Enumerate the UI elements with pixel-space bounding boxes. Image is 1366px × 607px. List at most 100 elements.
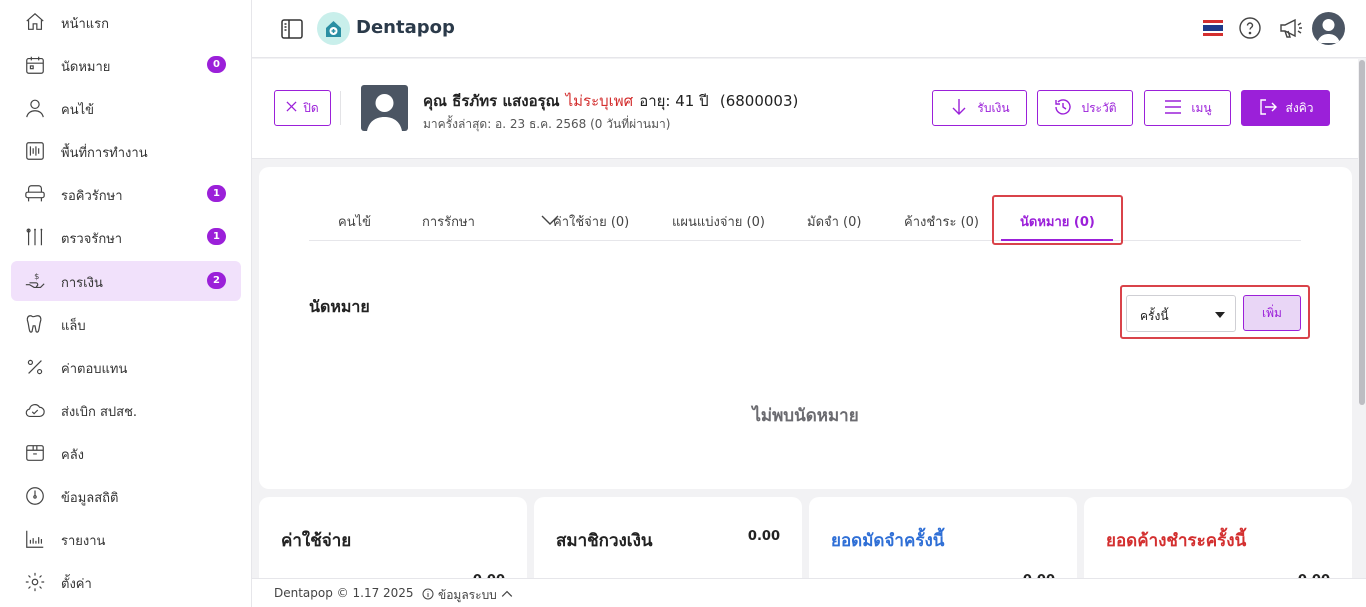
empty-state-message: ไม่พบนัดหมาย bbox=[752, 406, 859, 426]
scrollbar-thumb[interactable] bbox=[1359, 60, 1365, 405]
tab-treatment[interactable]: การรักษา bbox=[422, 211, 475, 232]
tab-deposit[interactable]: มัดจำ (0) bbox=[807, 211, 861, 232]
receive-payment-button[interactable]: รับเงิน bbox=[932, 90, 1027, 126]
card-title: ยอดมัดจำครั้งนี้ bbox=[831, 531, 945, 551]
arrow-down-icon bbox=[949, 97, 969, 120]
sidebar-item-label: ตรวจรักษา bbox=[61, 232, 123, 247]
count-badge: 0 bbox=[207, 56, 226, 73]
sidebar-item-label: ข้อมูลสถิติ bbox=[61, 491, 119, 506]
finance-hand-icon: $ bbox=[24, 270, 46, 292]
history-label: ประวัติ bbox=[1081, 100, 1117, 115]
patient-gender: ไม่ระบุเพศ bbox=[565, 92, 634, 110]
sidebar-item-label: คนไข้ bbox=[61, 103, 95, 118]
sidebar-item-nhso-claim[interactable]: ส่งเบิก สปสช. bbox=[11, 390, 241, 430]
megaphone-icon[interactable] bbox=[1278, 16, 1304, 40]
appointment-filter-select[interactable]: ครั้งนี้ bbox=[1126, 295, 1236, 332]
exit-arrow-icon bbox=[1258, 97, 1278, 120]
sidebar-item-label: คลัง bbox=[61, 448, 85, 463]
sidebar-item-lab[interactable]: แล็บ bbox=[11, 304, 241, 344]
select-value: ครั้งนี้ bbox=[1140, 309, 1169, 323]
sidebar-item-finance[interactable]: $ การเงิน 2 bbox=[11, 261, 241, 301]
sidebar-item-workspace[interactable]: พื้นที่การทำงาน bbox=[11, 131, 241, 171]
sidebar-item-appointments[interactable]: นัดหมาย 0 bbox=[11, 45, 241, 85]
system-info-link[interactable]: ข้อมูลระบบ bbox=[422, 586, 513, 605]
tab-highlight-box bbox=[992, 195, 1123, 245]
count-badge: 2 bbox=[207, 272, 226, 289]
gauge-icon bbox=[24, 485, 46, 507]
send-queue-button[interactable]: ส่งคิว bbox=[1241, 90, 1330, 126]
history-button[interactable]: ประวัติ bbox=[1037, 90, 1133, 126]
card-value: 0.00 bbox=[747, 529, 780, 544]
sidebar: หน้าแรก นัดหมาย 0 คนไข้ พื้นที่การทำงาน … bbox=[0, 0, 252, 607]
patient-name-line: คุณ ธีรภัทร แสงอรุณ ไม่ระบุเพศ อายุ: 41 ปี… bbox=[423, 89, 798, 113]
count-badge: 1 bbox=[207, 228, 226, 245]
hamburger-icon bbox=[1163, 97, 1183, 120]
box-icon bbox=[24, 442, 46, 464]
sidebar-toggle-icon[interactable] bbox=[280, 18, 304, 40]
count-badge: 1 bbox=[207, 185, 226, 202]
history-icon bbox=[1053, 97, 1073, 120]
send-queue-label: ส่งคิว bbox=[1285, 100, 1314, 115]
sidebar-item-statistics[interactable]: ข้อมูลสถิติ bbox=[11, 476, 241, 516]
divider bbox=[340, 91, 341, 125]
patient-header: ปิด คุณ ธีรภัทร แสงอรุณ ไม่ระบุเพศ อายุ: 4… bbox=[252, 59, 1358, 159]
sidebar-item-label: หน้าแรก bbox=[61, 17, 109, 32]
cloud-check-icon bbox=[24, 399, 46, 421]
sidebar-item-home[interactable]: หน้าแรก bbox=[11, 2, 241, 42]
patient-avatar bbox=[361, 85, 408, 131]
menu-label: เมนู bbox=[1191, 100, 1212, 115]
bar-chart-icon bbox=[24, 528, 46, 550]
sidebar-item-label: แล็บ bbox=[61, 319, 86, 334]
sidebar-item-settings[interactable]: ตั้งค่า bbox=[11, 562, 241, 602]
patient-age: อายุ: 41 ปี bbox=[639, 92, 709, 110]
patient-name: คุณ ธีรภัทร แสงอรุณ bbox=[423, 92, 560, 110]
user-avatar[interactable] bbox=[1312, 12, 1345, 45]
sidebar-item-label: ค่าตอบแทน bbox=[61, 362, 128, 377]
thai-flag-icon[interactable] bbox=[1203, 20, 1223, 36]
home-icon bbox=[24, 11, 46, 33]
menu-button[interactable]: เมนู bbox=[1144, 90, 1231, 126]
sidebar-item-compensation[interactable]: ค่าตอบแทน bbox=[11, 347, 241, 387]
close-button[interactable]: ปิด bbox=[274, 90, 331, 126]
tab-outstanding[interactable]: ค้างชำระ (0) bbox=[904, 211, 979, 232]
add-appointment-button[interactable]: เพิ่ม bbox=[1243, 295, 1301, 331]
sidebar-item-treatment[interactable]: ตรวจรักษา 1 bbox=[11, 217, 241, 257]
info-icon bbox=[422, 588, 434, 603]
dental-chair-icon bbox=[24, 183, 46, 205]
sidebar-item-inventory[interactable]: คลัง bbox=[11, 433, 241, 473]
sidebar-item-label: รอคิวรักษา bbox=[61, 189, 123, 204]
caret-down-icon bbox=[1215, 312, 1225, 318]
close-button-label: ปิด bbox=[303, 100, 319, 115]
sidebar-item-waiting-queue[interactable]: รอคิวรักษา 1 bbox=[11, 174, 241, 214]
tab-installment-plan[interactable]: แผนแบ่งจ่าย (0) bbox=[672, 211, 765, 232]
card-title: ค่าใช้จ่าย bbox=[281, 531, 352, 551]
top-bar: Dentapop bbox=[252, 0, 1366, 58]
sidebar-item-label: ตั้งค่า bbox=[61, 577, 92, 592]
chevron-up-icon bbox=[501, 588, 513, 603]
sidebar-item-label: รายงาน bbox=[61, 534, 106, 549]
dental-tools-icon bbox=[24, 226, 46, 248]
card-title: ยอดค้างชำระครั้งนี้ bbox=[1106, 531, 1247, 551]
receive-payment-label: รับเงิน bbox=[977, 100, 1010, 115]
gear-icon bbox=[24, 571, 46, 593]
workspace-icon bbox=[24, 140, 46, 162]
appointment-panel: คนไข้ การรักษา ค่าใช้จ่าย (0) แผนแบ่งจ่า… bbox=[259, 167, 1352, 489]
footer: Dentapop © 1.17 2025 ข้อมูลระบบ bbox=[252, 578, 1366, 607]
tab-patient[interactable]: คนไข้ bbox=[338, 211, 371, 232]
dentapop-logo-icon bbox=[317, 12, 350, 45]
tab-expenses[interactable]: ค่าใช้จ่าย (0) bbox=[553, 211, 629, 232]
calendar-icon bbox=[24, 54, 46, 76]
system-info-label: ข้อมูลระบบ bbox=[438, 588, 497, 602]
help-icon[interactable] bbox=[1238, 16, 1262, 40]
card-title: สมาชิกวงเงิน bbox=[556, 531, 653, 551]
copyright-text: Dentapop © 1.17 2025 bbox=[274, 586, 414, 600]
sidebar-item-reports[interactable]: รายงาน bbox=[11, 519, 241, 559]
user-icon bbox=[24, 97, 46, 119]
percent-icon bbox=[24, 356, 46, 378]
patient-tabs: คนไข้ การรักษา ค่าใช้จ่าย (0) แผนแบ่งจ่า… bbox=[309, 195, 1301, 241]
patient-last-visit: มาครั้งล่าสุด: อ. 23 ธ.ค. 2568 (0 วันที่… bbox=[423, 117, 671, 131]
section-title: นัดหมาย bbox=[309, 297, 370, 316]
sidebar-item-label: นัดหมาย bbox=[61, 60, 111, 75]
close-icon bbox=[286, 101, 297, 115]
sidebar-item-patients[interactable]: คนไข้ bbox=[11, 88, 241, 128]
